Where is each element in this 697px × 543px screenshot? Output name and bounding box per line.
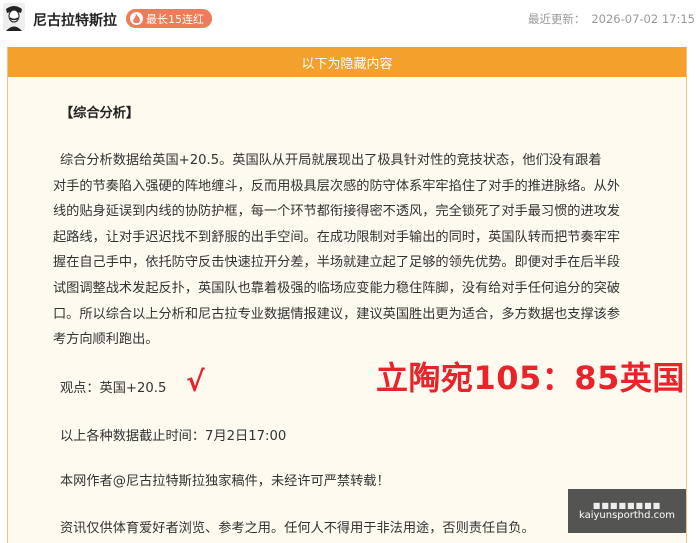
disclaimer-text: 资讯仅供体育爱好者浏览、参考之用。任何人不得用于非法用途，否则责任自负。: [60, 521, 535, 536]
last-updated-label: 最近更新：: [527, 12, 586, 26]
streak-badge-label: 最长15连红: [146, 12, 204, 26]
paragraph-line: 起路线，让对手迟迟找不到舒服的出手空间。在成功限制对手输出的同时，英国队转而把节…: [53, 229, 621, 245]
paragraph-line: 线的贴身延误到内线的协防护框，每一个环节都衔接得密不透风，完全锁死了对手最习惯的…: [53, 204, 621, 220]
paragraph-line: 对手的节奏陷入强硬的阵地缠斗，反而用极具层次感的防守体系牢牢掐住了对手的推进脉络…: [53, 178, 621, 194]
site-watermark: ■■■■■■■■ kaiyunsporthd.com: [568, 489, 686, 533]
copyright-notice: 本网作者@尼古拉特斯拉独家稿件，未经许可严禁转载！: [60, 474, 390, 489]
final-score: 立陶宛105：85英国: [376, 359, 685, 397]
watermark-top-text: ■■■■■■■■: [592, 501, 662, 510]
author-name[interactable]: 尼古拉特斯拉: [33, 10, 117, 30]
analysis-paragraph: 综合分析数据给英国+20.5。英国队从开局就展现出了极具针对性的竞技状态，他们没…: [53, 148, 681, 353]
hidden-content-card: 以下为隐藏内容 【综合分析】 综合分析数据给英国+20.5。英国队从开局就展现出…: [7, 47, 687, 543]
author-avatar[interactable]: [3, 3, 25, 31]
check-mark-icon: √: [186, 365, 205, 398]
hidden-content-banner: 以下为隐藏内容: [8, 47, 686, 77]
section-title: 【综合分析】: [60, 106, 140, 121]
streak-badge: 最长15连红: [126, 9, 212, 28]
paragraph-line: 综合分析数据给英国+20.5。英国队从开局就展现出了极具针对性的竞技状态，他们没…: [60, 153, 602, 168]
last-updated: 最近更新： 2026-07-02 17:15: [528, 11, 695, 27]
watermark-url: kaiyunsporthd.com: [578, 510, 676, 521]
avatar-portrait-icon: [3, 3, 25, 31]
post-header: 尼古拉特斯拉 最长15连红 最近更新： 2026-07-02 17:15: [0, 0, 697, 38]
last-updated-time: 2026-07-02 17:15: [591, 12, 695, 26]
paragraph-line: 试图调整战术发起反扑，英国队也靠着极强的临场应变能力稳住阵脚，没有给对手任何追分…: [53, 280, 621, 296]
paragraph-line: 考方向顺利跑出。: [53, 332, 159, 348]
flame-icon: [130, 12, 143, 25]
data-deadline: 以上各种数据截止时间：7月2日17:00: [60, 429, 287, 444]
paragraph-line: 口。所以综合以上分析和尼古拉专业数据情报建议，建议英国胜出更为适合，多方数据也支…: [53, 306, 621, 322]
paragraph-line: 握在自己手中，依托防守反击快速拉开分差，半场就建立起了足够的领先优势。即便对手在…: [53, 255, 621, 271]
viewpoint-text: 观点：英国+20.5: [60, 381, 167, 396]
